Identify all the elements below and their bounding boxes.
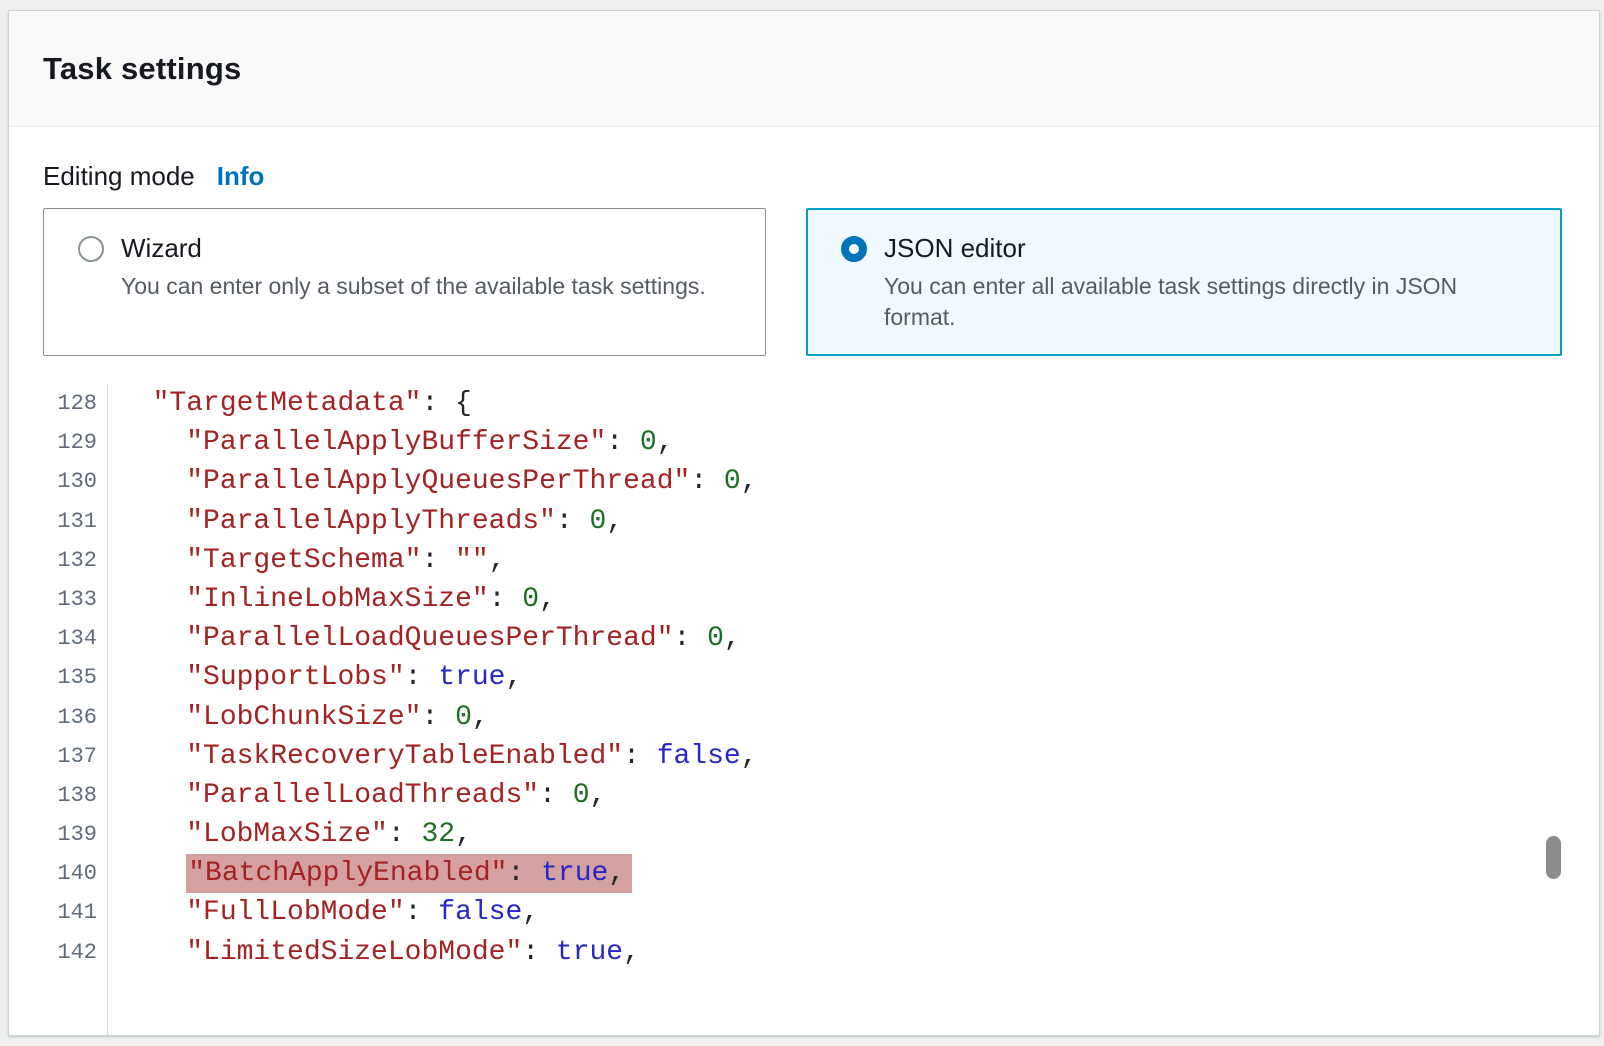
vertical-scrollbar-thumb[interactable] — [1546, 836, 1561, 879]
line-number: 134 — [9, 619, 107, 658]
line-number: 129 — [9, 423, 107, 462]
line-number: 139 — [9, 815, 107, 854]
json-editor-option-title: JSON editor — [884, 233, 1026, 264]
code-line[interactable]: "TargetMetadata": { — [119, 384, 758, 423]
code-line[interactable]: "ParallelApplyQueuesPerThread": 0, — [119, 462, 758, 501]
line-number: 132 — [9, 541, 107, 580]
code-line[interactable]: "LobMaxSize": 32, — [119, 815, 758, 854]
code-line[interactable]: "ParallelLoadThreads": 0, — [119, 776, 758, 815]
code-line[interactable]: "FullLobMode": false, — [119, 893, 758, 932]
code-line[interactable]: "LimitedSizeLobMode": true, — [119, 933, 758, 972]
json-editor-option-card[interactable]: JSON editor You can enter all available … — [806, 208, 1562, 356]
json-editor-option-description: You can enter all available task setting… — [884, 271, 1509, 333]
line-number: 142 — [9, 933, 107, 972]
line-number: 133 — [9, 580, 107, 619]
code-line[interactable]: "BatchApplyEnabled": true, — [119, 854, 758, 893]
line-number: 128 — [9, 384, 107, 423]
json-editor-option-head: JSON editor — [841, 233, 1537, 264]
editing-mode-options: Wizard You can enter only a subset of th… — [43, 208, 1562, 356]
code-line[interactable]: "ParallelLoadQueuesPerThread": 0, — [119, 619, 758, 658]
line-number: 137 — [9, 737, 107, 776]
code-line[interactable]: "TargetSchema": "", — [119, 541, 758, 580]
json-code-editor[interactable]: 1281291301311321331341351361371381391401… — [9, 384, 1598, 1035]
wizard-option-description: You can enter only a subset of the avail… — [121, 271, 741, 302]
code-line[interactable]: "ParallelApplyThreads": 0, — [119, 502, 758, 541]
panel-title: Task settings — [43, 51, 241, 87]
editing-mode-row: Editing mode Info — [43, 161, 264, 192]
wizard-option-title: Wizard — [121, 233, 202, 264]
line-number: 140 — [9, 854, 107, 893]
json-editor-radio-button[interactable] — [841, 236, 867, 262]
info-link[interactable]: Info — [217, 161, 265, 192]
code-line[interactable]: "LobChunkSize": 0, — [119, 698, 758, 737]
line-number: 138 — [9, 776, 107, 815]
line-number-gutter: 1281291301311321331341351361371381391401… — [9, 384, 108, 1035]
line-number: 136 — [9, 698, 107, 737]
task-settings-panel: Task settings Editing mode Info Wizard Y… — [8, 10, 1600, 1036]
line-number: 131 — [9, 502, 107, 541]
panel-header: Task settings — [9, 11, 1599, 127]
line-number: 135 — [9, 658, 107, 697]
code-line[interactable]: "ParallelApplyBufferSize": 0, — [119, 423, 758, 462]
code-line[interactable]: "SupportLobs": true, — [119, 658, 758, 697]
code-line[interactable]: "TaskRecoveryTableEnabled": false, — [119, 737, 758, 776]
code-lines[interactable]: "TargetMetadata": { "ParallelApplyBuffer… — [119, 384, 758, 972]
line-number: 141 — [9, 893, 107, 932]
line-number: 130 — [9, 462, 107, 501]
wizard-radio-button[interactable] — [78, 236, 104, 262]
code-line[interactable]: "InlineLobMaxSize": 0, — [119, 580, 758, 619]
wizard-option-card[interactable]: Wizard You can enter only a subset of th… — [43, 208, 766, 356]
highlighted-code: "BatchApplyEnabled": true, — [186, 854, 632, 893]
editing-mode-label: Editing mode — [43, 161, 195, 192]
wizard-option-head: Wizard — [78, 233, 741, 264]
